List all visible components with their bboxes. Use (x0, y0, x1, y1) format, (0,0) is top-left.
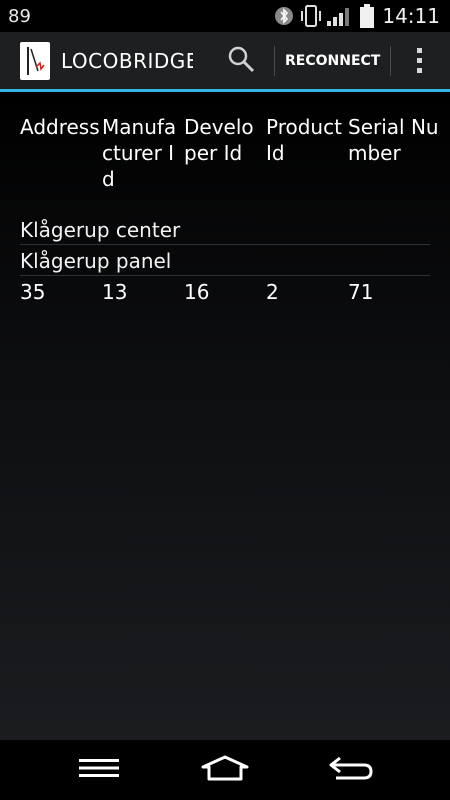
overflow-menu-icon[interactable] (409, 32, 429, 89)
header-serial-number: Serial Number (348, 115, 439, 165)
cell-developer-id: 16 (184, 280, 210, 304)
action-divider (390, 45, 392, 76)
cell-product-id: 2 (266, 280, 279, 304)
content-area: Address Manufacturer Id Developer Id Pro… (0, 92, 450, 740)
back-button[interactable] (306, 740, 396, 800)
back-icon (328, 755, 374, 785)
bluetooth-icon (274, 5, 294, 27)
battery-icon (360, 4, 375, 28)
search-button[interactable] (221, 41, 261, 81)
header-product-id: Product Id (266, 115, 342, 165)
search-icon (226, 44, 256, 78)
header-address: Address (20, 115, 100, 139)
signal-icon (326, 5, 352, 27)
group-header[interactable]: Klågerup panel (20, 249, 171, 273)
row-divider (20, 244, 430, 245)
cell-serial-number: 71 (348, 280, 374, 304)
notification-count: 89 (8, 5, 31, 27)
menu-icon (79, 757, 119, 783)
header-manufacturer-id: Manufacturer Id (102, 115, 177, 191)
reconnect-button[interactable]: RECONNECT (275, 32, 390, 89)
vibrate-icon (300, 4, 322, 28)
app-logo-icon[interactable] (20, 41, 50, 80)
home-icon (201, 755, 249, 785)
cell-manufacturer-id: 13 (102, 280, 128, 304)
group-header[interactable]: Klågerup center (20, 218, 180, 242)
navigation-bar (0, 740, 450, 800)
app-title: LOCOBRIDGE (61, 48, 193, 73)
status-bar: 89 14:11 (0, 0, 450, 32)
status-icons: 14:11 (274, 0, 440, 32)
clock: 14:11 (382, 4, 440, 28)
row-divider (20, 275, 430, 276)
action-bar: LOCOBRIDGE RECONNECT (0, 32, 450, 89)
home-button[interactable] (180, 740, 270, 800)
header-developer-id: Developer Id (184, 115, 254, 165)
cell-address: 35 (20, 280, 46, 304)
menu-button[interactable] (54, 740, 144, 800)
